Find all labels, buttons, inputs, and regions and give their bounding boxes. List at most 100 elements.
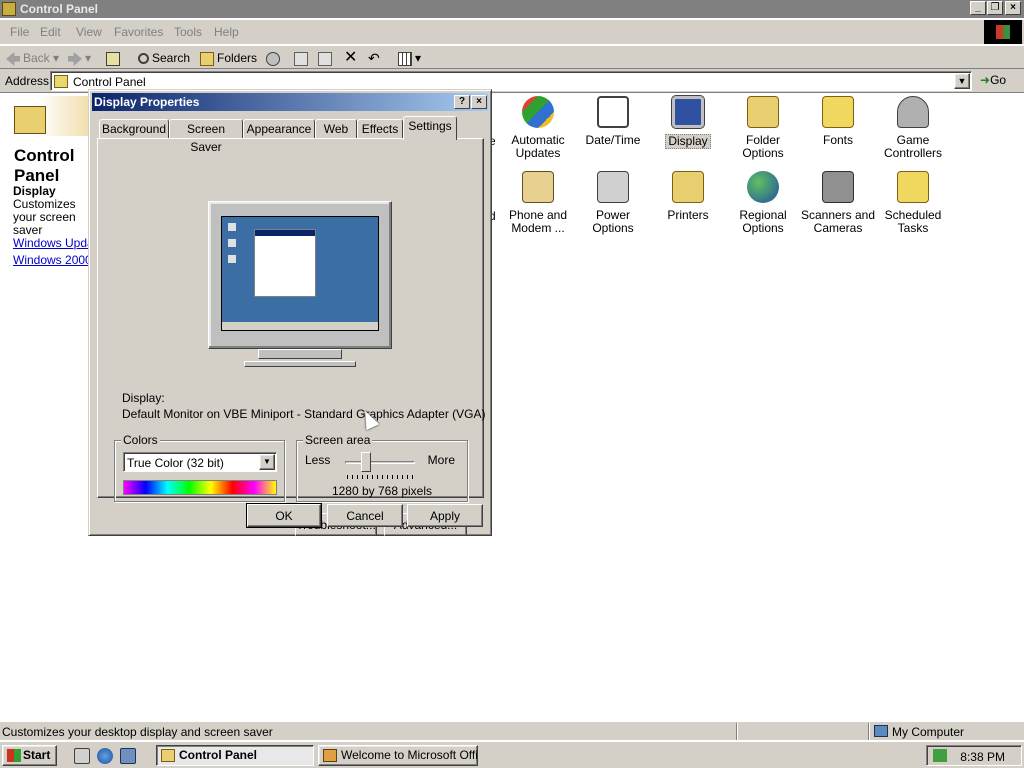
start-button[interactable]: Start <box>2 745 57 766</box>
item-regional-options[interactable]: Regional Options <box>723 171 803 235</box>
item-folder-options[interactable]: Folder Options <box>723 96 803 160</box>
address-dropdown-button[interactable]: ▼ <box>954 73 970 89</box>
chevron-down-icon[interactable]: ▼ <box>259 454 275 470</box>
search-button[interactable]: Search <box>138 49 190 67</box>
task-control-panel[interactable]: Control Panel <box>156 745 314 766</box>
item-fonts[interactable]: Fonts <box>798 96 878 147</box>
tab-background[interactable]: Background <box>99 119 169 139</box>
ok-button[interactable]: OK <box>246 503 322 528</box>
tab-appearance[interactable]: Appearance <box>243 119 315 139</box>
slider-thumb[interactable] <box>361 452 371 472</box>
task-office-welcome[interactable]: Welcome to Microsoft Offi... <box>318 745 478 766</box>
item-phone-modem[interactable]: Phone and Modem ... <box>498 171 578 235</box>
power-plug-icon <box>597 171 629 203</box>
item-label: Printers <box>667 208 709 222</box>
control-panel-small-icon <box>54 75 68 88</box>
item-label: Game Controllers <box>883 133 943 160</box>
colors-dropdown[interactable]: True Color (32 bit) ▼ <box>123 452 277 472</box>
item-scheduled-tasks[interactable]: Scheduled Tasks <box>873 171 953 235</box>
item-label: Folder Options <box>742 133 784 160</box>
settings-tab-panel: Display: Default Monitor on VBE Miniport… <box>97 138 486 536</box>
undo-icon: ↶ <box>368 50 380 66</box>
control-panel-large-icon <box>14 106 46 134</box>
item-label: Phone and Modem ... <box>508 208 568 235</box>
windows-logo-icon <box>984 20 1022 44</box>
windows-support-link[interactable]: Windows 2000 Support <box>13 253 89 267</box>
internet-explorer-icon[interactable] <box>97 748 113 764</box>
maximize-button[interactable]: ❐ <box>987 1 1003 15</box>
go-button[interactable]: ➜Go <box>980 73 1006 87</box>
colors-legend: Colors <box>121 433 160 447</box>
delete-button[interactable]: ✕ <box>344 49 357 67</box>
item-scanners-cameras[interactable]: Scanners and Cameras <box>798 171 878 235</box>
item-automatic-updates[interactable]: Automatic Updates <box>498 96 578 160</box>
close-button[interactable]: × <box>1005 1 1021 15</box>
tab-web[interactable]: Web <box>315 119 357 139</box>
item-label: Regional Options <box>739 208 787 235</box>
search-label: Search <box>152 51 191 65</box>
tab-settings[interactable]: Settings <box>403 116 457 140</box>
my-computer-icon <box>874 725 888 737</box>
tab-screen-saver[interactable]: Screen Saver <box>169 119 243 154</box>
apply-button[interactable]: Apply <box>407 504 483 527</box>
slider-track[interactable] <box>345 461 415 464</box>
item-printers[interactable]: Printers <box>648 171 728 222</box>
selected-item-title: Display <box>13 184 56 198</box>
search-icon <box>138 53 149 65</box>
automatic-updates-icon <box>522 96 554 128</box>
forward-button[interactable]: ▾ <box>68 49 91 67</box>
dialog-titlebar[interactable]: Display Properties ? × <box>92 93 488 111</box>
desktop-icon <box>228 223 236 231</box>
system-tray: 8:38 PM <box>926 745 1022 766</box>
history-icon <box>266 51 280 66</box>
cancel-button[interactable]: Cancel <box>327 504 403 527</box>
address-input[interactable]: Control Panel ▼ <box>50 71 972 91</box>
up-folder-button[interactable] <box>106 49 123 67</box>
tab-effects[interactable]: Effects <box>357 119 403 139</box>
item-label: Power Options <box>592 208 634 235</box>
display-label: Display: <box>122 391 165 405</box>
item-label: Scheduled Tasks <box>884 208 942 235</box>
copy-to-button[interactable] <box>318 49 335 67</box>
undo-button[interactable]: ↶ <box>368 49 380 67</box>
show-desktop-icon[interactable] <box>74 748 90 764</box>
windows-flag-icon <box>7 749 21 762</box>
item-label: Fonts <box>822 133 853 147</box>
views-button[interactable]: ▾ <box>398 49 421 67</box>
control-panel-banner <box>2 96 96 136</box>
dialog-close-button[interactable]: × <box>471 95 487 109</box>
address-value: Control Panel <box>73 75 146 89</box>
move-to-button[interactable] <box>294 49 311 67</box>
windows-update-link[interactable]: Windows Update <box>13 236 89 250</box>
desktop-icon <box>228 239 236 247</box>
folders-icon <box>200 51 214 66</box>
menu-edit[interactable]: Edit <box>40 25 61 39</box>
item-game-controllers[interactable]: Game Controllers <box>873 96 953 160</box>
history-button[interactable] <box>266 49 283 67</box>
menu-tools[interactable]: Tools <box>174 25 202 39</box>
network-tray-icon[interactable] <box>933 749 947 762</box>
item-power-options[interactable]: Power Options <box>573 171 653 235</box>
views-grid-icon <box>398 51 412 66</box>
menu-help[interactable]: Help <box>214 25 239 39</box>
menu-view[interactable]: View <box>76 25 102 39</box>
preview-window <box>254 229 316 297</box>
clock[interactable]: 8:38 PM <box>960 750 1005 764</box>
help-button[interactable]: ? <box>454 95 470 109</box>
scheduled-tasks-icon <box>897 171 929 203</box>
monitor-preview <box>208 201 392 349</box>
outlook-express-icon[interactable] <box>120 748 136 764</box>
menu-favorites[interactable]: Favorites <box>114 25 163 39</box>
delete-x-icon: ✕ <box>344 49 358 66</box>
back-button[interactable]: Back ▾ <box>6 49 59 67</box>
status-text: Customizes your desktop display and scre… <box>2 725 273 739</box>
menu-file[interactable]: File <box>10 25 29 39</box>
item-date-time[interactable]: Date/Time <box>573 96 653 147</box>
taskbar: Start Control Panel Welcome to Microsoft… <box>0 741 1024 768</box>
item-display[interactable]: Display <box>648 95 728 149</box>
minimize-button[interactable]: _ <box>970 1 986 15</box>
window-titlebar[interactable]: Control Panel _ ❐ × <box>0 0 1024 18</box>
folders-button[interactable]: Folders <box>200 49 257 67</box>
move-to-icon <box>294 51 308 66</box>
slider-ticks <box>347 475 413 479</box>
